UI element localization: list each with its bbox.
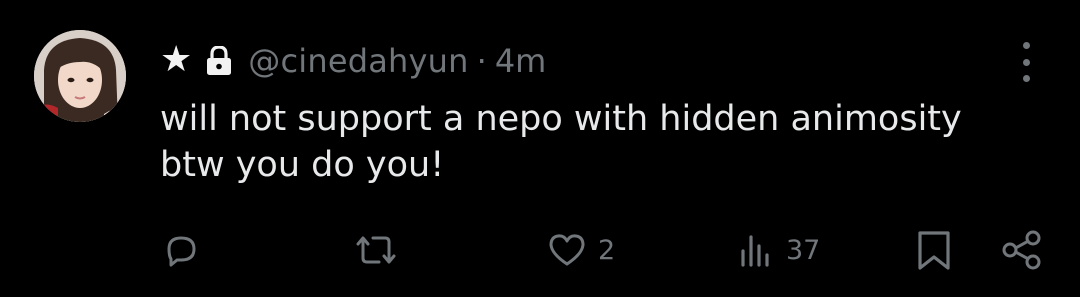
timestamp[interactable]: 4m: [495, 42, 547, 80]
separator-dot: ·: [476, 42, 487, 80]
avatar-image: [34, 30, 126, 122]
lock-icon: [206, 46, 232, 76]
avatar[interactable]: [34, 30, 126, 122]
star-icon: ★: [160, 39, 193, 80]
share-button[interactable]: [1000, 222, 1044, 278]
author-handle[interactable]: @cinedahyun: [248, 42, 468, 80]
bookmark-icon: [918, 231, 950, 270]
reply-button[interactable]: [160, 222, 202, 278]
like-count: 2: [598, 234, 616, 266]
share-icon: [1002, 230, 1041, 270]
reply-icon: [167, 236, 196, 267]
like-button[interactable]: 2: [546, 222, 615, 278]
tweet-text-line: will not support a nepo with hidden anim…: [160, 99, 962, 139]
more-options-icon[interactable]: [1012, 42, 1040, 82]
retweet-button[interactable]: [352, 222, 400, 278]
heart-icon: [549, 234, 585, 266]
retweet-icon: [356, 236, 396, 264]
tweet[interactable]: ★ @cinedahyun · 4m will not support a ne…: [0, 0, 1080, 297]
action-bar: 2 37: [0, 222, 1080, 278]
tweet-text: will not support a nepo with hidden anim…: [160, 96, 1060, 188]
tweet-text-line: btw you do you!: [160, 145, 445, 185]
views-button[interactable]: 37: [736, 222, 820, 278]
views-icon: [741, 235, 769, 267]
tweet-header: ★ @cinedahyun · 4m: [160, 38, 546, 84]
views-count: 37: [786, 234, 821, 266]
bookmark-button[interactable]: [914, 222, 954, 278]
